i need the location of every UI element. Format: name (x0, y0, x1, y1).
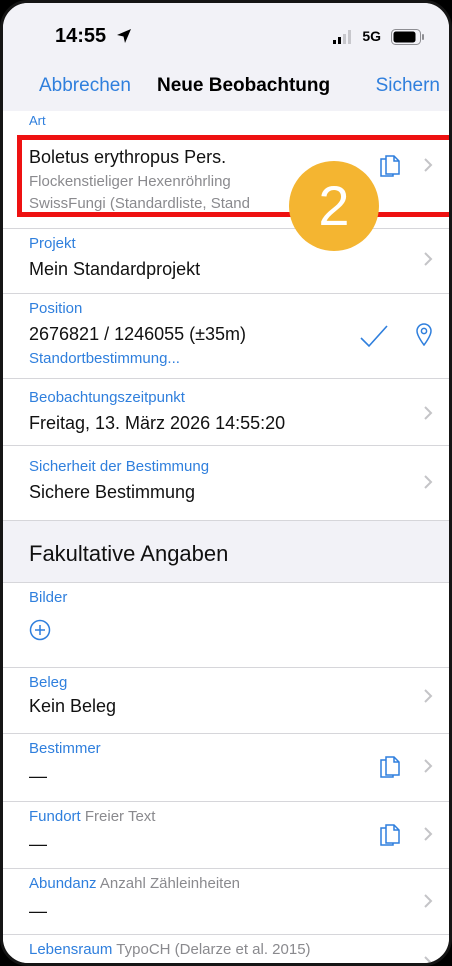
abundanz-subtitle: Anzahl Zähleinheiten (99, 875, 241, 892)
step-badge: 2 (289, 161, 379, 251)
status-time: 14:55 (55, 25, 107, 47)
chevron-right-icon (424, 406, 433, 420)
battery-icon (391, 29, 424, 45)
row-abundanz[interactable]: Abundanz Anzahl Zähleinheiten — (3, 869, 449, 935)
copy-icon[interactable] (379, 754, 401, 778)
location-pin-icon[interactable] (415, 322, 433, 346)
sicherheit-value: Sichere Bestimmung (29, 482, 196, 502)
abundanz-value: — (29, 901, 47, 921)
art-label: Art (29, 113, 46, 128)
chevron-right-icon (424, 475, 433, 489)
highlight-box (17, 135, 449, 217)
bestimmer-value: — (29, 766, 47, 786)
bestimmer-label: Bestimmer (29, 740, 101, 757)
location-arrow-icon (117, 29, 131, 43)
sicherheit-label: Sicherheit der Bestimmung (29, 458, 210, 475)
row-bilder: Bilder (3, 583, 449, 668)
chevron-right-icon (424, 689, 433, 703)
save-button[interactable]: Sichern (376, 75, 440, 97)
projekt-label: Projekt (29, 235, 76, 252)
fundort-title: Fundort (29, 808, 81, 825)
add-image-icon[interactable] (29, 619, 51, 641)
fundort-value: — (29, 834, 47, 854)
chevron-right-icon (424, 827, 433, 841)
zeitpunkt-value: Freitag, 13. März 2026 14:55:20 (29, 413, 286, 433)
chevron-right-icon (424, 894, 433, 908)
fundort-label: Fundort Freier Text (29, 808, 155, 825)
lebensraum-label: Lebensraum TypoCH (Delarze et al. 2015) (29, 941, 311, 958)
section-title: Fakultative Angaben (29, 541, 229, 566)
copy-icon[interactable] (379, 822, 401, 846)
signal-bars-icon (333, 30, 351, 44)
navigation-bar: Abbrechen Neue Beobachtung Sichern (3, 65, 449, 109)
checkmark-icon (360, 325, 388, 348)
row-beleg[interactable]: Beleg Kein Beleg (3, 668, 449, 734)
position-value: 2676821 / 1246055 (±35m) (29, 324, 247, 344)
bilder-label: Bilder (29, 589, 68, 606)
chevron-right-icon (424, 252, 433, 266)
row-zeitpunkt[interactable]: Beobachtungszeitpunkt Freitag, 13. März … (3, 379, 449, 446)
phone-screen: 14:55 5G Abbrechen Neue Beobachtung Sich… (0, 0, 452, 966)
abundanz-label: Abundanz Anzahl Zähleinheiten (29, 875, 240, 892)
cancel-button[interactable]: Abbrechen (39, 75, 131, 97)
row-fundort[interactable]: Fundort Freier Text — (3, 802, 449, 869)
projekt-value: Mein Standardprojekt (29, 259, 201, 279)
lebensraum-subtitle: TypoCH (Delarze et al. 2015) (116, 941, 311, 958)
row-lebensraum[interactable]: Lebensraum TypoCH (Delarze et al. 2015) (3, 935, 449, 963)
chevron-right-icon (424, 956, 433, 963)
fundort-subtitle: Freier Text (84, 808, 156, 825)
network-type: 5G (362, 28, 381, 44)
zeitpunkt-label: Beobachtungszeitpunkt (29, 389, 185, 406)
row-bestimmer[interactable]: Bestimmer — (3, 734, 449, 802)
status-bar: 14:55 5G (3, 3, 449, 65)
section-header: Fakultative Angaben (3, 521, 449, 583)
locate-button[interactable]: Standortbestimmung... (29, 350, 180, 367)
row-sicherheit[interactable]: Sicherheit der Bestimmung Sichere Bestim… (3, 446, 449, 521)
lebensraum-title: Lebensraum (29, 941, 113, 958)
row-position[interactable]: Position 2676821 / 1246055 (±35m) Stando… (3, 294, 449, 379)
position-label: Position (29, 300, 83, 317)
page-title: Neue Beobachtung (157, 75, 331, 96)
beleg-value: Kein Beleg (29, 696, 117, 716)
beleg-label: Beleg (29, 674, 68, 691)
abundanz-title: Abundanz (29, 875, 97, 892)
row-projekt[interactable]: Projekt Mein Standardprojekt (3, 229, 449, 294)
chevron-right-icon (424, 759, 433, 773)
